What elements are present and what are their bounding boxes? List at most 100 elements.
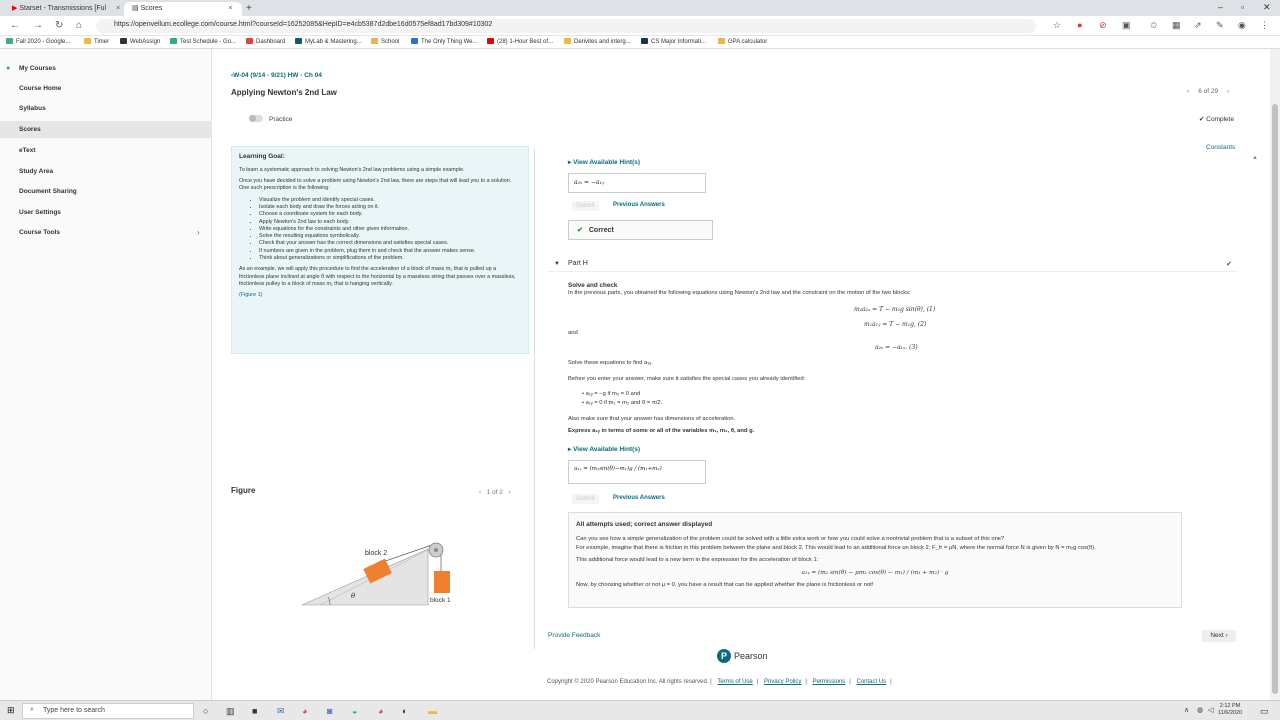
notifications-icon[interactable]: ▭	[1260, 706, 1269, 717]
chrome-icon[interactable]: ◕	[302, 706, 307, 716]
practice-toggle[interactable]: Practice	[249, 115, 292, 123]
course-sidebar: ● My Courses Course Home Syllabus Scores…	[0, 49, 212, 700]
chevron-right-icon[interactable]: ›	[508, 489, 510, 496]
bookmark-item[interactable]: The Only Thing We...	[411, 38, 477, 45]
url-bar[interactable]: https://openvellum.ecollege.com/course.h…	[96, 19, 1036, 33]
view-hints-link[interactable]: ▸ View Available Hint(s)	[568, 445, 640, 453]
list-item: Visualize the problem and identify speci…	[259, 197, 521, 204]
sidebar-item-course-tools[interactable]: Course Tools	[19, 229, 60, 236]
network-icon[interactable]: ◍	[1197, 706, 1203, 714]
previous-answers-link[interactable]: Previous Answers	[613, 495, 665, 501]
task-view-icon[interactable]: ▥	[226, 706, 235, 717]
bookmark-item[interactable]: (28) 1-Hour Best of...	[487, 38, 553, 45]
back-icon[interactable]: ←	[10, 20, 20, 31]
view-hints-link[interactable]: ▸ View Available Hint(s)	[568, 158, 640, 166]
edge-icon[interactable]: ◒	[352, 706, 357, 716]
close-tab-icon[interactable]: ×	[116, 5, 120, 12]
menu-icon[interactable]: ⋮	[1260, 20, 1269, 31]
minimize-icon[interactable]: –	[1218, 2, 1223, 12]
reload-icon[interactable]: ↻	[55, 20, 63, 31]
app-icon[interactable]: ◐	[402, 706, 407, 716]
next-button[interactable]: Next ›	[1202, 630, 1236, 642]
chrome-active-icon[interactable]: ◕	[378, 706, 383, 716]
figure-link[interactable]: (Figure 1)	[239, 292, 262, 298]
profile-avatar-icon[interactable]: ◉	[1238, 20, 1246, 31]
new-tab-button[interactable]: +	[246, 3, 252, 14]
answer-box: a₁ᵧ = (m₂sin(θ)−m₁)g / (m₁+m₂)	[568, 460, 706, 484]
provide-feedback-link[interactable]: Provide Feedback	[548, 632, 600, 639]
submit-button[interactable]: Submit	[572, 201, 599, 211]
scrollbar-thumb[interactable]	[1272, 104, 1278, 694]
app-icon[interactable]: ■	[252, 706, 257, 716]
list-item: Isolate each body and draw the forces ac…	[259, 204, 521, 211]
bookmark-item[interactable]: Dashboard	[246, 38, 285, 45]
bookmark-item[interactable]: CS Major Informati...	[641, 38, 706, 45]
result-text: Can you see how a simple generalization …	[576, 536, 1005, 543]
bookmark-item[interactable]: Derivites and interg...	[564, 38, 631, 45]
folder-icon	[564, 38, 571, 44]
extension-icon[interactable]: ▣	[1122, 20, 1131, 31]
tray-chevron-icon[interactable]: ∧	[1184, 706, 1189, 714]
sidebar-item-scores[interactable]: Scores	[0, 121, 212, 138]
section-title: Solve and check	[568, 282, 618, 289]
bookmark-item[interactable]: Timer	[84, 38, 109, 45]
window-close-icon[interactable]: ✕	[1263, 2, 1271, 13]
bookmark-item[interactable]: Test Schedule - Go...	[170, 38, 236, 45]
bookmark-icon	[170, 38, 177, 44]
sidebar-item-course-home[interactable]: Course Home	[19, 85, 61, 92]
volume-icon[interactable]: ◁	[1208, 706, 1213, 714]
file-explorer-icon[interactable]: ▬	[428, 706, 437, 716]
windows-start-icon[interactable]: ⊞	[7, 705, 15, 716]
extension-icon[interactable]: ●	[1077, 20, 1082, 30]
previous-answers-link[interactable]: Previous Answers	[613, 202, 665, 208]
permissions-link[interactable]: Permissions	[813, 679, 846, 685]
sidebar-item-study-area[interactable]: Study Area	[19, 168, 53, 175]
sidebar-item-user-settings[interactable]: User Settings	[19, 209, 61, 216]
constants-link[interactable]: Constants	[1206, 144, 1235, 151]
forward-icon[interactable]: →	[33, 20, 43, 31]
maximize-icon[interactable]: ▫	[1241, 2, 1244, 12]
cortana-icon[interactable]: ○	[203, 706, 208, 716]
extension-icon[interactable]: ⊘	[1099, 20, 1107, 31]
extension-icon[interactable]: ✎	[1216, 20, 1224, 31]
contact-link[interactable]: Contact Us	[856, 679, 886, 685]
submit-button[interactable]: Submit	[572, 494, 599, 504]
sidebar-item-etext[interactable]: eText	[19, 147, 36, 154]
folder-icon	[371, 38, 378, 44]
chevron-left-icon[interactable]: ‹	[1187, 88, 1189, 95]
sidebar-item-my-courses[interactable]: My Courses	[19, 65, 56, 72]
chevron-left-icon[interactable]: ‹	[479, 489, 481, 496]
taskbar-clock[interactable]: 2:12 PM 11/6/2020	[1218, 703, 1242, 717]
chevron-right-icon[interactable]: ›	[1227, 88, 1229, 95]
privacy-link[interactable]: Privacy Policy	[764, 679, 801, 685]
terms-link[interactable]: Terms of Use	[717, 679, 752, 685]
mail-icon[interactable]: ✉	[277, 706, 285, 717]
bookmark-item[interactable]: MyLab & Mastering...	[295, 38, 362, 45]
browser-tab-scores[interactable]: ▤ Scores ×	[124, 2, 242, 16]
extension-icon[interactable]: ✩	[1150, 20, 1158, 31]
panel-scroll-up-icon[interactable]: ▲	[1252, 155, 1258, 161]
extension-icon[interactable]: ▦	[1172, 20, 1181, 31]
part-h-header[interactable]: ▼ Part H ✔	[548, 258, 1238, 272]
bookmark-star-icon[interactable]: ☆	[1053, 20, 1061, 31]
discord-icon[interactable]: ◙	[327, 706, 332, 716]
dimensions-text: Also make sure that your answer has dime…	[568, 416, 736, 422]
page-scrollbar[interactable]	[1270, 49, 1280, 700]
bookmark-item[interactable]: WebAssign	[120, 38, 160, 45]
bookmark-item[interactable]: School	[371, 38, 399, 45]
extension-icon[interactable]: ⇗	[1194, 20, 1202, 31]
sidebar-item-syllabus[interactable]: Syllabus	[19, 105, 46, 112]
sidebar-item-document-sharing[interactable]: Document Sharing	[19, 188, 77, 195]
taskbar-search-input[interactable]: ⌕ Type here to search	[22, 703, 194, 719]
home-icon[interactable]: ⌂	[76, 20, 82, 31]
pearson-logo: P Pearson	[717, 649, 768, 663]
breadcrumb[interactable]: ‹W-04 (9/14 - 9/21) HW - Ch 04	[231, 72, 322, 79]
youtube-icon	[487, 38, 494, 44]
bookmark-item[interactable]: GPA calculator	[718, 38, 767, 45]
toggle-switch[interactable]	[249, 115, 263, 122]
complete-status: ✔ Complete	[1199, 116, 1235, 123]
block-1	[434, 571, 450, 593]
close-tab-icon[interactable]: ×	[228, 5, 232, 12]
bookmark-item[interactable]: Fall 2020 - Google...	[6, 38, 70, 45]
browser-tab-music[interactable]: ▶ Starset - Transmissions [Ful ×	[4, 2, 122, 16]
